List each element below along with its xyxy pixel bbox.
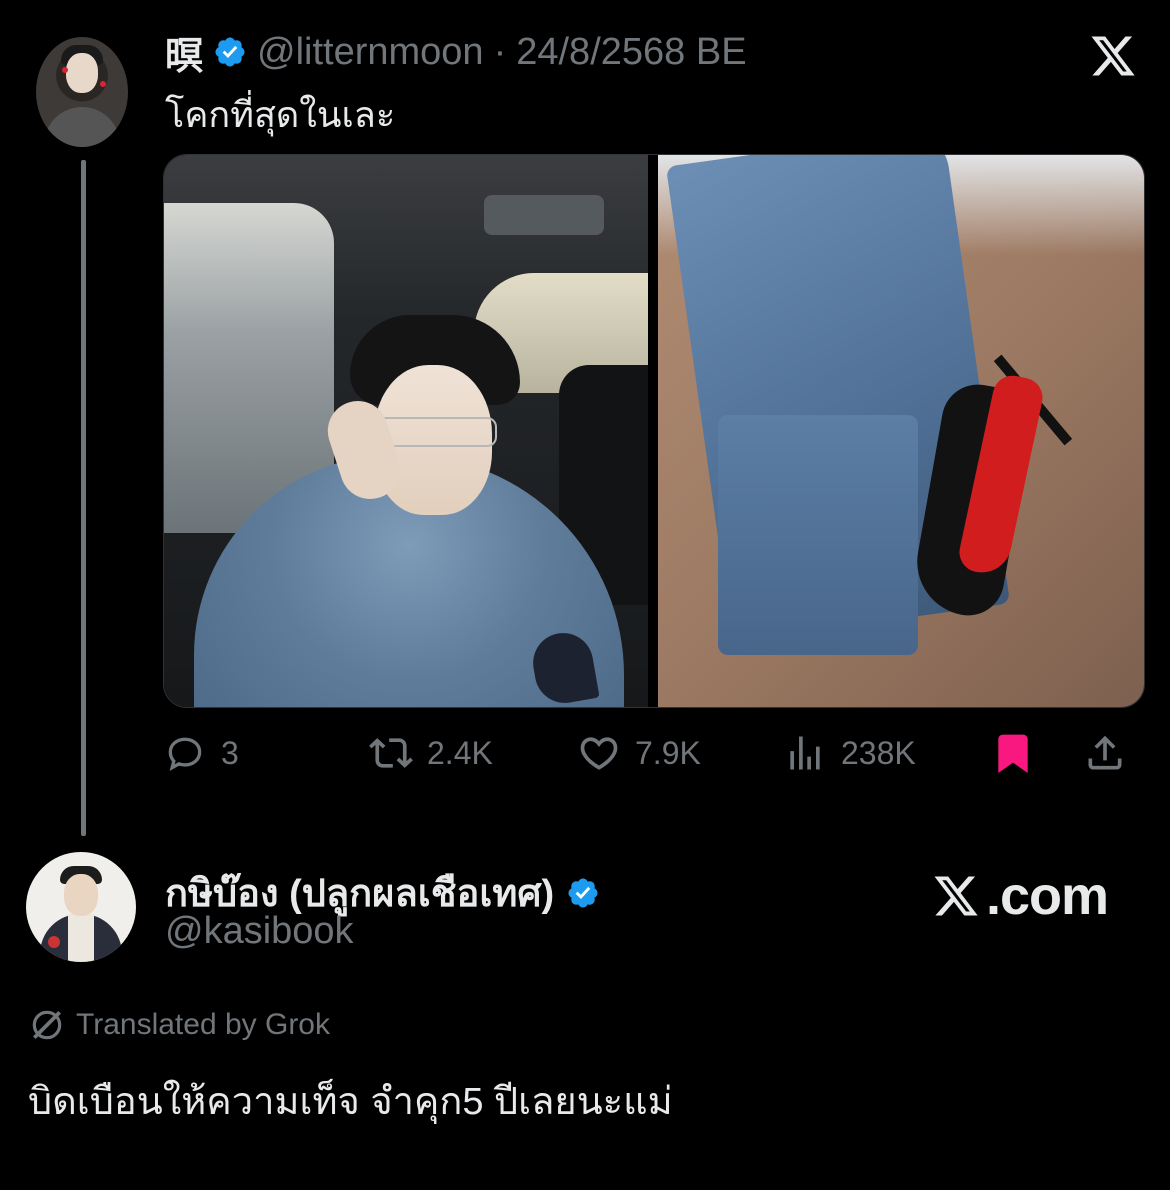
- avatar-face: [64, 874, 98, 916]
- author-handle[interactable]: @litternmoon: [257, 31, 484, 74]
- thread-line: [81, 160, 86, 836]
- photo-selfie-in-car[interactable]: [164, 155, 648, 707]
- verified-badge-icon: [215, 37, 245, 67]
- bookmark-icon: [998, 734, 1028, 774]
- like-count: 7.9K: [635, 734, 701, 771]
- translated-by-grok[interactable]: Translated by Grok: [28, 1006, 330, 1044]
- avatar-face: [66, 53, 98, 93]
- heart-icon: [580, 737, 618, 770]
- jeans-hem: [718, 415, 918, 655]
- views-count: 238K: [841, 734, 916, 771]
- author-display-name[interactable]: 暝: [165, 25, 203, 80]
- avatar-badge: [48, 936, 60, 948]
- tweet-header: 暝 @litternmoon · 24/8/2568 BE: [165, 30, 747, 78]
- reply-icon: [168, 737, 202, 772]
- reply-count: 3: [221, 734, 239, 771]
- photo-jeans-and-heels[interactable]: [658, 155, 1144, 707]
- tweet-date[interactable]: 24/8/2568 BE: [516, 31, 746, 74]
- separator-dot: ·: [493, 30, 507, 73]
- car-vent: [484, 195, 604, 235]
- site-domain: com: [1000, 866, 1109, 926]
- tweet-text: โคกที่สุดในเละ: [165, 94, 396, 135]
- quoter-avatar[interactable]: [26, 852, 136, 962]
- reply-button[interactable]: 3: [163, 731, 239, 775]
- quoter-handle[interactable]: @kasibook: [165, 910, 354, 953]
- repost-count: 2.4K: [427, 734, 493, 771]
- avatar-shirt: [44, 107, 120, 147]
- author-avatar[interactable]: [36, 37, 128, 147]
- repost-icon: [369, 738, 413, 768]
- grok-icon: [32, 1010, 62, 1040]
- views-button[interactable]: 238K: [783, 731, 916, 775]
- share-button[interactable]: [1083, 731, 1127, 775]
- like-button[interactable]: 7.9K: [577, 731, 701, 775]
- repost-button[interactable]: 2.4K: [369, 731, 493, 775]
- bookmark-button[interactable]: [991, 731, 1035, 775]
- views-icon: [790, 736, 820, 770]
- share-icon: [1088, 735, 1122, 770]
- tweet-actions: 3 2.4K 7.9K 238K: [163, 724, 1143, 782]
- tweet-media: [163, 154, 1145, 708]
- site-text: .com: [986, 866, 1109, 926]
- avatar-sticker-dot: [100, 81, 106, 87]
- x-logo-icon[interactable]: [1088, 32, 1138, 80]
- x-logo-icon: [934, 876, 978, 916]
- translated-text: บิดเบือนให้ความเท็จ จำคุก5 ปีเลยนะแม่: [28, 1081, 673, 1123]
- avatar-shirt: [68, 914, 94, 962]
- verified-badge-icon: [568, 877, 598, 908]
- translated-label: Translated by Grok: [76, 1008, 330, 1041]
- screenshot-root: 暝 @litternmoon · 24/8/2568 BE โคกที่สุดใ…: [0, 0, 1170, 1190]
- avatar-sticker-dot: [62, 67, 68, 73]
- x-com-logo: .com: [932, 866, 1109, 926]
